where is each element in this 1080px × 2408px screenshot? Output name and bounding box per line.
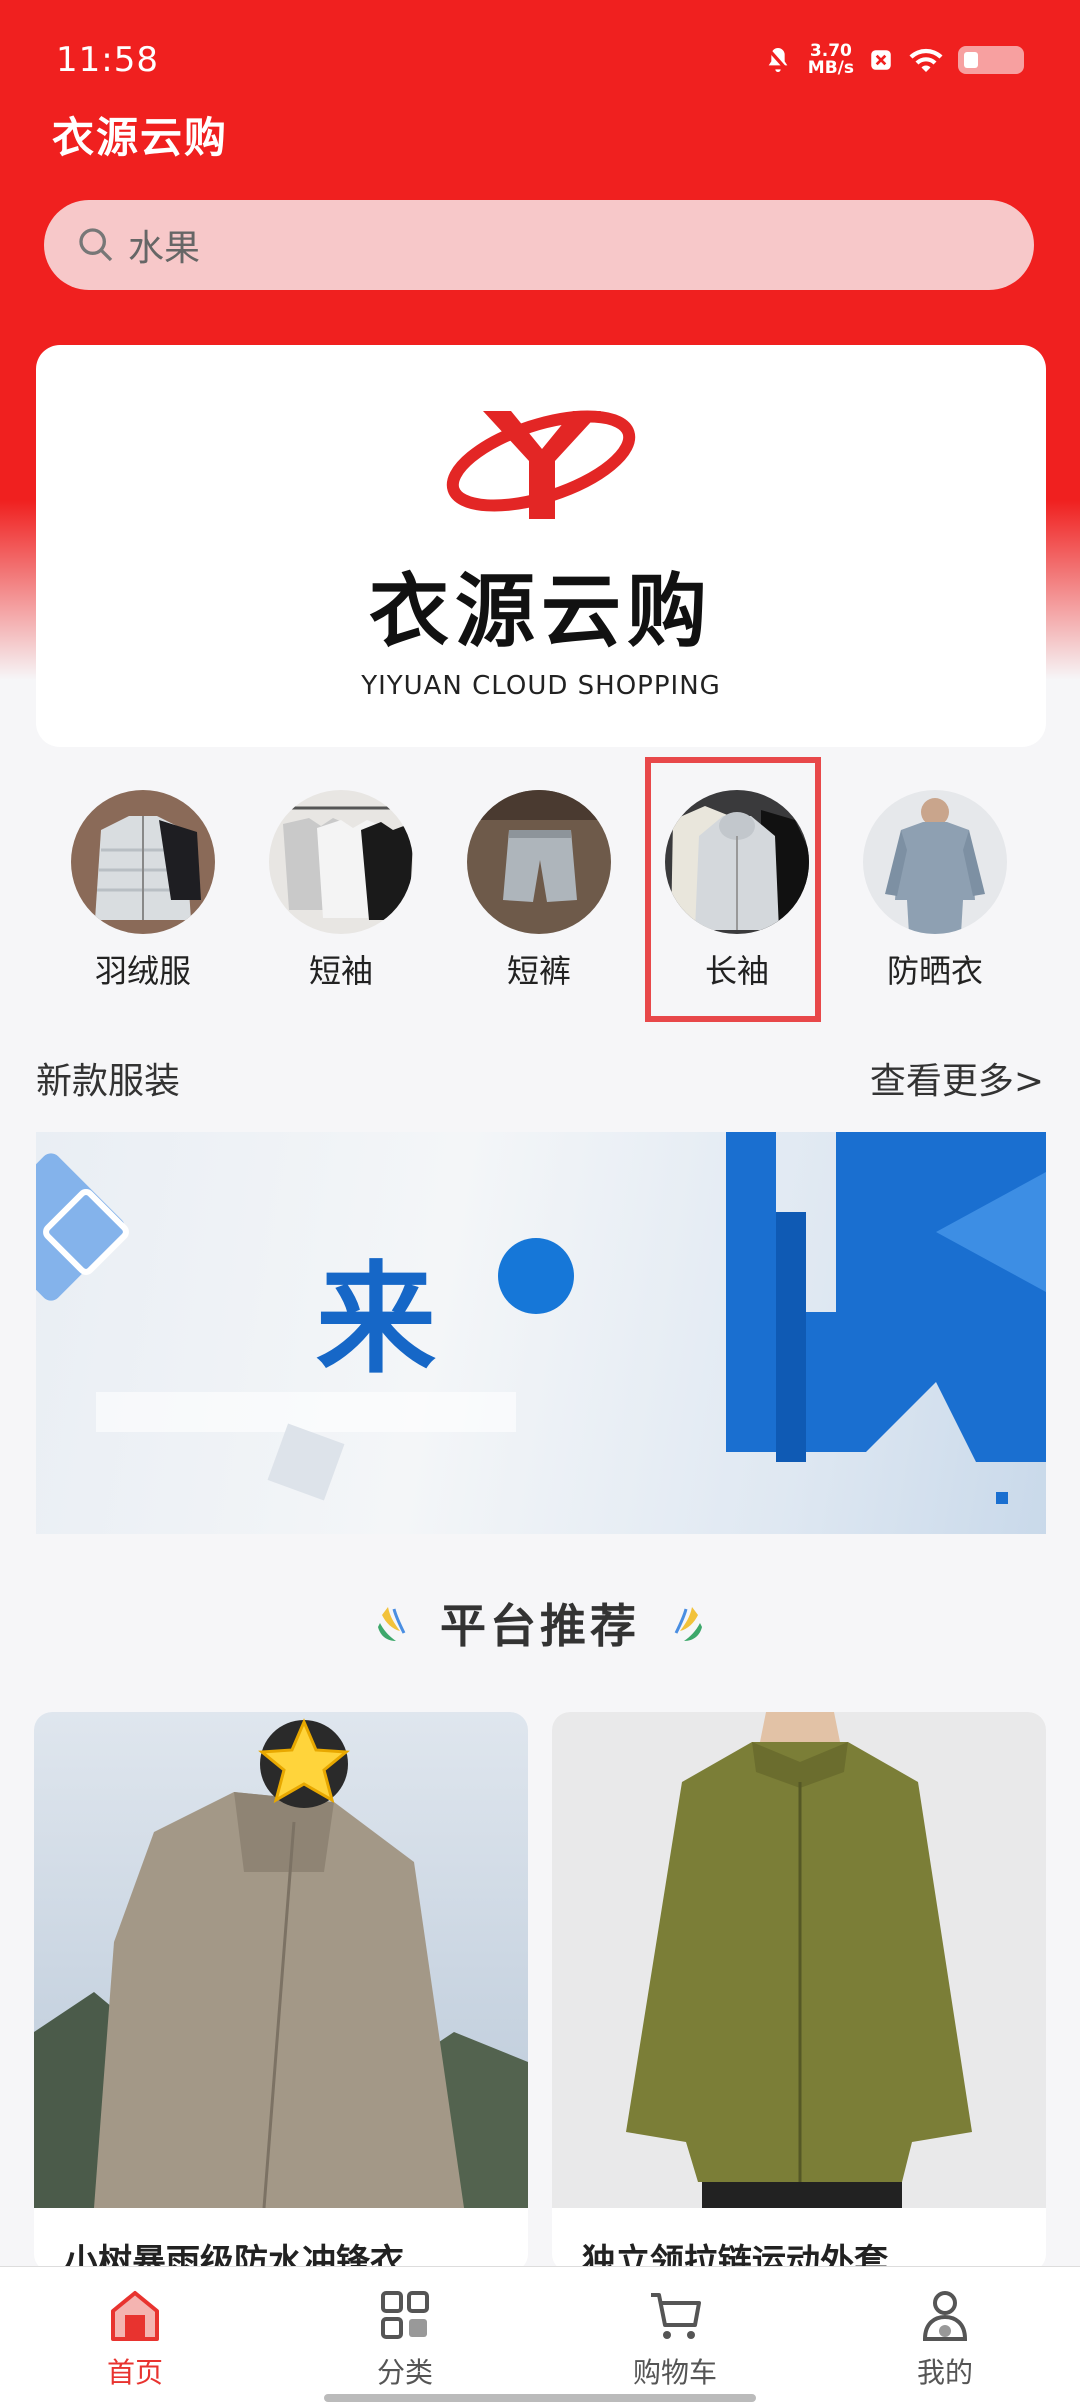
product-name: 独立领拉链运动外套 xyxy=(582,2242,888,2272)
category-label: 羽绒服 xyxy=(94,952,191,990)
product-image xyxy=(34,1712,528,2209)
cart-icon xyxy=(651,2293,701,2339)
search-placeholder: 水果 xyxy=(128,228,201,269)
tab-category[interactable]: 分类 xyxy=(270,2267,540,2408)
bottom-tab-bar: 首页 分类 购物车 我的 xyxy=(0,2266,1080,2408)
shorts-thumb xyxy=(467,790,611,934)
status-bar: 11:58 3.70 MB/s xyxy=(0,0,1080,120)
tab-label: 购物车 xyxy=(632,2356,717,2389)
status-icons: 3.70 MB/s xyxy=(762,43,1024,77)
product-card[interactable]: 独立领拉链运动外套 xyxy=(552,1712,1046,2272)
product-card[interactable]: 小树暴雨级防水冲锋衣 xyxy=(34,1712,528,2272)
network-speed: 3.70 MB/s xyxy=(808,43,854,77)
recommend-header: 平台推荐 xyxy=(0,1590,1080,1656)
sun-protection-thumb xyxy=(863,790,1007,934)
down-jacket-thumb xyxy=(71,790,215,934)
tab-cart[interactable]: 购物车 xyxy=(540,2267,810,2408)
view-more-link[interactable]: 查看更多> xyxy=(870,1052,1044,1104)
section-title: 新款服装 xyxy=(36,1061,181,1102)
sim-off-icon xyxy=(871,50,891,70)
brand-logo-subtitle: YIYUAN CLOUD SHOPPING xyxy=(361,671,721,701)
category-item-down-jacket[interactable]: 羽绒服 xyxy=(63,790,223,992)
wifi-icon xyxy=(909,48,943,72)
category-item-tshirt[interactable]: 短袖 xyxy=(261,790,421,992)
search-icon xyxy=(79,228,113,262)
user-icon xyxy=(922,2291,968,2341)
recommend-title: 平台推荐 xyxy=(440,1599,640,1653)
brand-logo-text: 衣源云购 xyxy=(369,565,713,658)
promo-text: 来 xyxy=(316,1251,440,1390)
home-icon xyxy=(111,2291,159,2341)
tab-profile[interactable]: 我的 xyxy=(810,2267,1080,2408)
brand-logo-icon xyxy=(446,410,636,519)
category-label: 长袖 xyxy=(704,952,769,990)
new-arrivals-header: 新款服装 查看更多> xyxy=(36,1052,1044,1104)
product-image xyxy=(552,1712,1046,2208)
brand-banner[interactable]: 衣源云购 YIYUAN CLOUD SHOPPING xyxy=(36,345,1046,747)
category-label: 短袖 xyxy=(308,952,373,990)
sparkle-left-icon xyxy=(378,1607,406,1641)
speed-unit: MB/s xyxy=(807,58,854,78)
long-sleeve-thumb xyxy=(665,790,809,934)
category-item-sun-protection[interactable]: 防晒衣 xyxy=(855,790,1015,992)
promo-banner[interactable]: 来 xyxy=(36,1132,1046,1534)
category-row: 羽绒服 短袖 短裤 长袖 防晒衣 xyxy=(0,770,1080,1030)
status-time: 11:58 xyxy=(56,40,159,80)
tab-label: 我的 xyxy=(916,2356,973,2389)
sparkle-right-icon xyxy=(674,1607,702,1641)
category-icon xyxy=(381,2291,429,2339)
category-label: 防晒衣 xyxy=(886,952,983,990)
tab-label: 分类 xyxy=(376,2356,433,2389)
product-name: 小树暴雨级防水冲锋衣 xyxy=(64,2242,404,2272)
battery-icon xyxy=(958,46,1024,74)
promo-graphic xyxy=(36,1132,1046,1504)
tab-home[interactable]: 首页 xyxy=(0,2267,270,2408)
category-label: 短裤 xyxy=(506,952,571,990)
tab-label: 首页 xyxy=(106,2356,163,2389)
search-bar[interactable]: 水果 xyxy=(44,200,1034,290)
tshirt-thumb xyxy=(269,790,413,934)
app-title: 衣源云购 xyxy=(52,113,229,162)
mute-bell-icon xyxy=(765,46,790,74)
home-indicator[interactable] xyxy=(324,2394,756,2402)
category-item-long-sleeve[interactable]: 长袖 xyxy=(657,790,817,992)
category-item-shorts[interactable]: 短裤 xyxy=(459,790,619,992)
